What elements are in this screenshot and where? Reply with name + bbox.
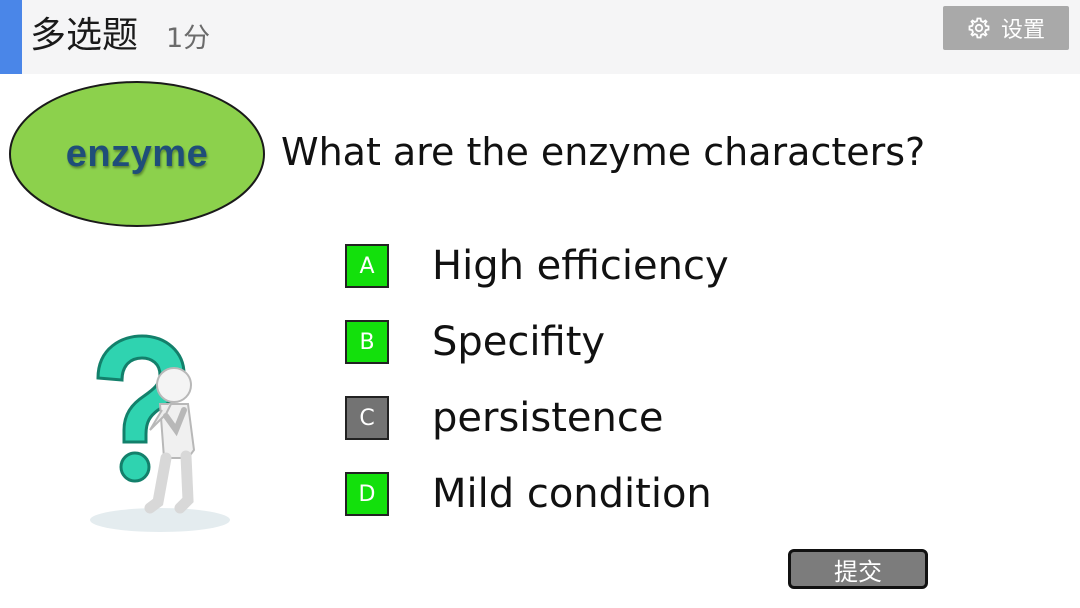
settings-button[interactable]: 设置	[943, 6, 1069, 50]
option-c-letter: C	[359, 405, 375, 431]
option-d-text: Mild condition	[432, 471, 712, 517]
question-score: 1分	[166, 23, 211, 54]
option-a[interactable]: A High efficiency	[345, 243, 865, 294]
option-d-checkbox[interactable]: D	[345, 472, 389, 516]
option-c[interactable]: C persistence	[345, 395, 865, 446]
question-mark-thinking-figure-icon	[80, 330, 240, 540]
option-b-letter: B	[359, 329, 375, 355]
submit-button[interactable]: 提交	[788, 549, 928, 589]
option-b-checkbox[interactable]: B	[345, 320, 389, 364]
settings-label: 设置	[1000, 18, 1045, 43]
topic-label: enzyme	[65, 132, 209, 175]
topic-ellipse: enzyme	[8, 80, 266, 228]
question-type-label: 多选题	[30, 15, 139, 56]
option-a-checkbox[interactable]: A	[345, 244, 389, 288]
option-a-text: High efficiency	[432, 243, 729, 289]
option-b-text: Specifity	[432, 319, 606, 365]
option-d[interactable]: D Mild condition	[345, 471, 865, 522]
question-text: What are the enzyme characters?	[281, 130, 926, 174]
header-accent	[0, 0, 22, 74]
option-c-text: persistence	[432, 395, 664, 441]
option-b[interactable]: B Specifity	[345, 319, 865, 370]
gear-icon	[968, 17, 990, 39]
option-c-checkbox[interactable]: C	[345, 396, 389, 440]
option-a-letter: A	[359, 253, 375, 279]
header-bar: 多选题 1分 设置	[0, 0, 1080, 74]
option-d-letter: D	[358, 481, 376, 507]
